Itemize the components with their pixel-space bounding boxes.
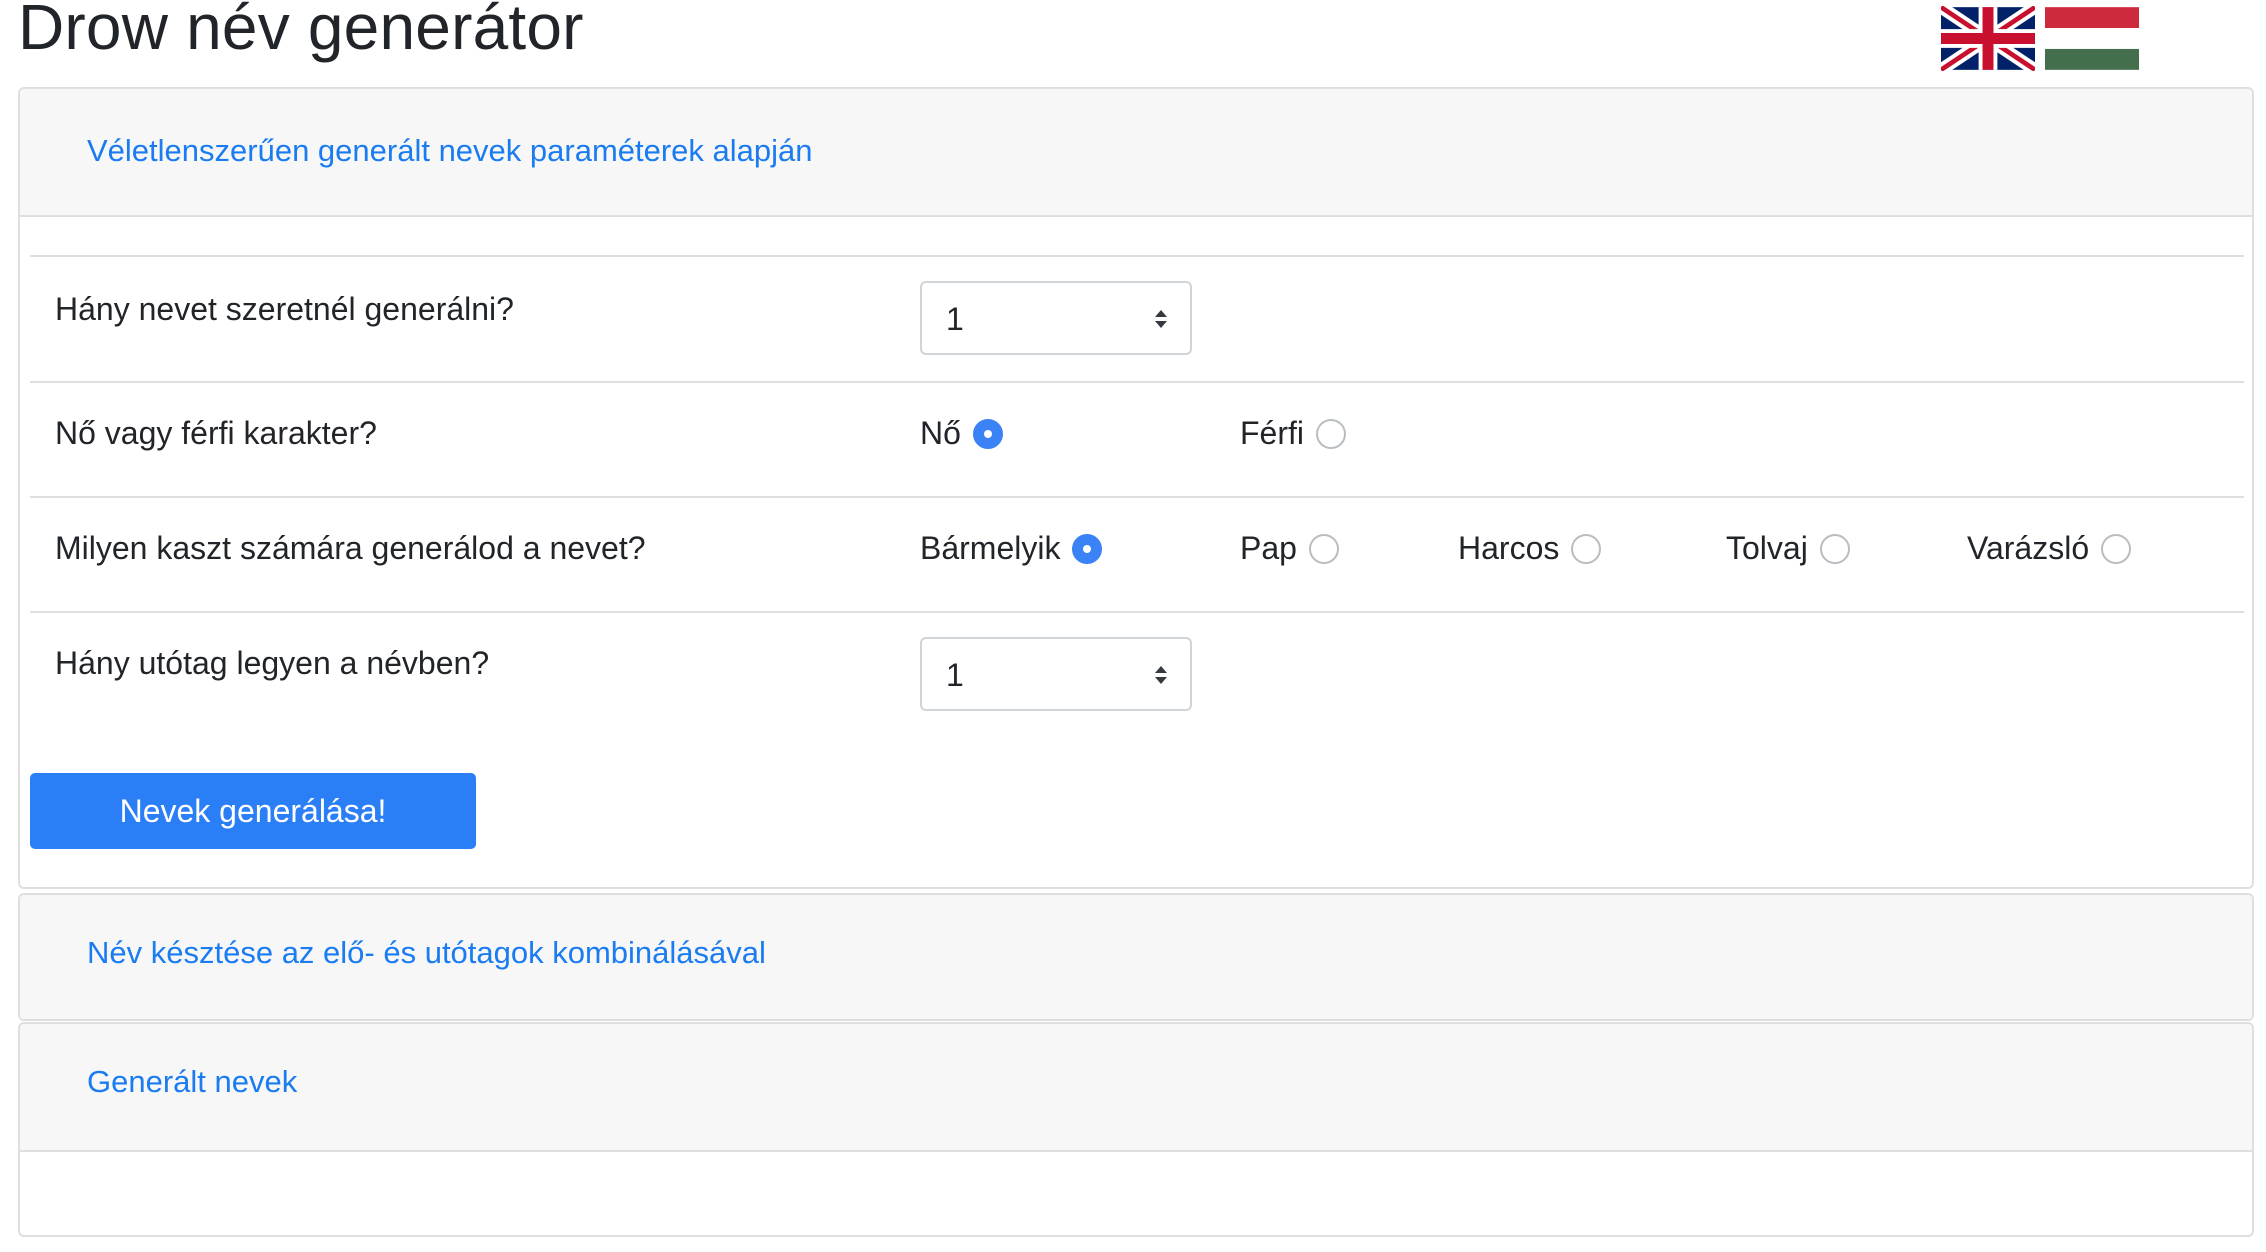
select-arrows-icon xyxy=(1155,666,1167,684)
gender-row: Nő vagy férfi karakter? Nő Férfi xyxy=(30,381,2244,496)
name-count-select[interactable]: 1 xyxy=(920,281,1192,355)
suffix-count-label: Hány utótag legyen a névben? xyxy=(55,645,490,681)
class-radio-any[interactable] xyxy=(1072,533,1103,564)
name-count-value: 1 xyxy=(946,301,964,337)
combine-card: Név késztése az elő- és utótagok kombiná… xyxy=(18,893,2254,1021)
random-generation-header: Véletlenszerűen generált nevek paraméter… xyxy=(20,89,2252,217)
class-option-warrior[interactable]: Harcos xyxy=(1458,530,1602,567)
generated-names-card: Generált nevek xyxy=(18,1022,2254,1237)
generated-names-header: Generált nevek xyxy=(20,1024,2252,1152)
class-option-thief[interactable]: Tolvaj xyxy=(1726,530,1850,567)
class-option-label: Harcos xyxy=(1458,530,1560,566)
suffix-count-select[interactable]: 1 xyxy=(920,637,1192,711)
gender-label: Nő vagy férfi karakter? xyxy=(55,415,377,451)
hungary-flag-icon[interactable] xyxy=(2045,6,2139,71)
name-count-row: Hány nevet szeretnél generálni? 1 xyxy=(30,255,2244,381)
name-count-label: Hány nevet szeretnél generálni? xyxy=(55,291,514,327)
class-radio-wizard[interactable] xyxy=(2101,533,2132,564)
combine-toggle[interactable]: Név késztése az elő- és utótagok kombiná… xyxy=(87,935,766,971)
class-option-label: Varázsló xyxy=(1967,530,2090,566)
page: Drow név generátor Véletlenszerűen gener… xyxy=(0,0,2266,1252)
random-generation-card: Véletlenszerűen generált nevek paraméter… xyxy=(18,87,2254,889)
select-arrows-icon xyxy=(1155,310,1167,328)
class-option-label: Pap xyxy=(1240,530,1297,566)
generate-names-button[interactable]: Nevek generálása! xyxy=(30,773,476,849)
uk-flag-icon[interactable] xyxy=(1941,6,2035,71)
class-option-priest[interactable]: Pap xyxy=(1240,530,1339,567)
suffix-count-row: Hány utótag legyen a névben? 1 xyxy=(30,611,2244,711)
page-title: Drow név generátor xyxy=(18,0,584,63)
class-option-any[interactable]: Bármelyik xyxy=(920,530,1103,567)
language-switcher xyxy=(1941,6,2139,71)
class-option-wizard[interactable]: Varázsló xyxy=(1967,530,2132,567)
gender-radio-male[interactable] xyxy=(1316,418,1346,449)
parameters-table: Hány nevet szeretnél generálni? 1 Nő vag… xyxy=(30,255,2244,711)
generated-names-toggle[interactable]: Generált nevek xyxy=(87,1064,297,1100)
gender-option-male[interactable]: Férfi xyxy=(1240,415,1346,452)
class-label: Milyen kaszt számára generálod a nevet? xyxy=(55,530,646,566)
random-generation-toggle[interactable]: Véletlenszerűen generált nevek paraméter… xyxy=(87,133,813,169)
suffix-count-value: 1 xyxy=(946,657,964,693)
combine-header: Név késztése az elő- és utótagok kombiná… xyxy=(20,895,2252,1019)
class-option-label: Bármelyik xyxy=(920,530,1061,566)
gender-option-label: Nő xyxy=(920,415,961,451)
class-radio-thief[interactable] xyxy=(1819,533,1850,564)
class-radio-warrior[interactable] xyxy=(1571,533,1602,564)
gender-option-label: Férfi xyxy=(1240,415,1304,451)
class-option-label: Tolvaj xyxy=(1726,530,1808,566)
class-row: Milyen kaszt számára generálod a nevet? … xyxy=(30,496,2244,611)
gender-option-female[interactable]: Nő xyxy=(920,415,1003,452)
class-radio-priest[interactable] xyxy=(1308,533,1339,564)
gender-radio-female[interactable] xyxy=(972,418,1003,449)
